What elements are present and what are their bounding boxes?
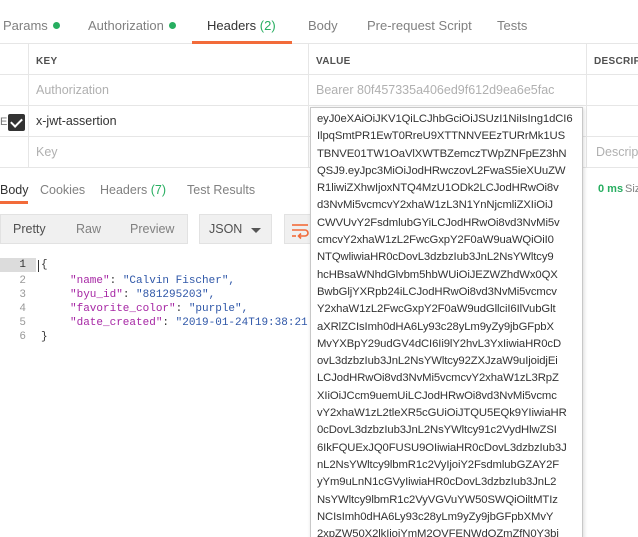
new-key-input[interactable]: Key (29, 137, 309, 167)
line-number: 3 (19, 289, 26, 301)
column-value: VALUE (309, 44, 587, 74)
tooltip-line: NTQwliwiaHR0cDovL3dzbzIub3JnL2NsYWltcy9 (317, 251, 554, 264)
line-number: 6 (19, 331, 26, 343)
line-number: 5 (19, 317, 26, 329)
code-line: } (41, 331, 48, 343)
format-select[interactable]: JSON (199, 214, 272, 244)
tooltip-line: MvYXBpY29udGV4dCI6Ii9lY2hvL3YxIiwiaHR0cD (317, 337, 562, 350)
code-line: { (41, 259, 48, 271)
request-tabs: Params Authorization Headers (2) Body Pr… (0, 0, 638, 44)
tab-response-body[interactable]: Body (0, 183, 29, 197)
tab-response-headers[interactable]: Headers (7) (100, 183, 166, 197)
tooltip-line: hcHBsaWNhdGlvbm5hbWUiOiJEZWZhdWx0QX (317, 268, 558, 281)
code-line: "byu_id": "881295203", (70, 289, 216, 301)
header-description-field[interactable] (587, 106, 638, 136)
tooltip-line: NsYWltcy9lbmR1c2VyVGVuYW50SWQiOiltMTIz (317, 493, 558, 506)
active-response-tab-indicator (0, 201, 28, 204)
tooltip-line: CWVUvY2FsdmlubGYiLCJodHRwOi8vd3NvMi5v (317, 216, 560, 229)
new-description-input[interactable]: Descrip (587, 137, 638, 167)
tab-pre-request-script[interactable]: Pre-request Script (367, 18, 472, 33)
code-line: "favorite_color": "purple", (70, 303, 249, 315)
tooltip-line: d3NvMi5vcmcvY2xhaW1zL3N1YnNjcmliZXIiOiJ (317, 199, 553, 212)
authorization-status-dot (168, 22, 176, 29)
tooltip-line: IlpqSmtPR1EwT0RreU9XTTNNVEEzTURrMk1US (317, 130, 566, 143)
response-size-label: Siz (625, 183, 638, 195)
params-status-dot (52, 22, 60, 29)
tooltip-line: 6IkFQUExJQ0FUSU9OIiwiaHR0cDovL3dzbzIub3J (317, 441, 567, 454)
header-value-field[interactable]: Bearer 80f457335a406ed9f612d9ea6e5fac (309, 75, 587, 105)
line-number: 2 (19, 275, 26, 287)
tooltip-line: BwbGljYXRpb24iLCJodHRwOi8vd3NvMi5vcmcv (317, 285, 557, 298)
tab-params[interactable]: Params (3, 18, 60, 33)
tooltip-line: cmcvY2xhaW1zL2FwcGxpY2F0aW9uaWQiOiI0 (317, 234, 554, 247)
table-row: Authorization Bearer 80f457335a406ed9f61… (0, 75, 638, 106)
column-description: DESCRIPTION (594, 56, 638, 67)
row-checkbox-cell[interactable] (0, 75, 29, 105)
raw-button[interactable]: Raw (76, 222, 101, 236)
tooltip-line: R1liwiZXhwIjoxNTQ4MzU1ODk2LCJodHRwOi8v (317, 182, 559, 195)
row-edge-fragment: E (0, 116, 8, 128)
view-mode-group: Pretty Raw Preview (0, 214, 188, 244)
header-key-field[interactable]: Authorization (29, 75, 309, 105)
header-description-field[interactable] (587, 75, 638, 105)
tooltip-line: vY2xhaW1zL2tleXR5cGUiOiJTQU5EQk9YIiwiaHR (317, 407, 567, 420)
header-value-tooltip: eyJ0eXAiOiJKV1QiLCJhbGciOiJSUzI1NiIsIng1… (310, 107, 583, 537)
tab-headers[interactable]: Headers (2) (207, 18, 276, 33)
tooltip-line: 2xpZW50X2lkIjoiYmM2QVFENWdOZmZfN0Y3bj (317, 528, 559, 537)
pretty-button[interactable]: Pretty (13, 222, 46, 236)
line-number: 4 (19, 303, 26, 315)
tab-test-results[interactable]: Test Results (187, 183, 255, 197)
header-key-field[interactable]: x-jwt-assertion (29, 106, 309, 136)
tab-body[interactable]: Body (308, 18, 338, 33)
enabled-checkbox[interactable] (8, 114, 25, 131)
tooltip-line: TBNVE01TW1OaVlXWTBZemczTWpZNFpEZ3hN (317, 147, 567, 160)
tooltip-line: yYm9uLnN1cGVyIiwiaHR0cDovL3dzbzIub3JnL2 (317, 476, 557, 489)
tooltip-line: NCIsImh0dHA6Ly93c28yLm9yZy9jbGFpbXMvY (317, 510, 554, 523)
tab-tests[interactable]: Tests (497, 18, 527, 33)
tooltip-line: LCJodHRwOi8vd3NvMi5vcmcvY2xhaW1zL3RpZ (317, 372, 559, 385)
tooltip-line: QSJ9.eyJpc3MiOiJodHRwczovL2FwaS5ieXUuZW (317, 164, 566, 177)
tooltip-line: Y2xhaW1zL2FwcGxpY2F0aW9udGllciI6IlVubGlt (317, 303, 556, 316)
line-number: 1 (19, 259, 26, 271)
code-line: "name": "Calvin Fischer", (70, 275, 236, 287)
tooltip-line: eyJ0eXAiOiJKV1QiLCJhbGciOiJSUzI1NiIsIng1… (317, 113, 573, 125)
tab-authorization[interactable]: Authorization (88, 18, 176, 33)
column-key: KEY (29, 44, 309, 74)
headers-table-header: KEY VALUE DESCRIPTION (0, 44, 638, 75)
chevron-down-icon (251, 228, 261, 233)
response-time: 0 ms (598, 183, 624, 195)
preview-button[interactable]: Preview (130, 222, 174, 236)
tooltip-line: XIiOiJCcm9uemUiLCJodHRwOi8vd3NvMi5vcmc (317, 389, 557, 402)
tooltip-line: ovL3dzbzIub3JnL2NsYWltcy92ZXJzaW9uIjoidj… (317, 355, 558, 368)
text-cursor (38, 260, 39, 272)
tab-cookies[interactable]: Cookies (40, 183, 85, 197)
tooltip-line: nL2NsYWltcy9lbmR1c2VyIjoiY2FsdmlubGZAY2F (317, 458, 560, 471)
tooltip-line: 0cDovL3dzbzIub3JnL2NsYWltcy91c2VydHlwZSI (317, 424, 557, 437)
tooltip-line: aXRlZCIsImh0dHA6Ly93c28yLm9yZy9jbGFpbX (317, 320, 554, 333)
code-line: "date_created": "2019-01-24T19:38:21. (70, 317, 315, 329)
